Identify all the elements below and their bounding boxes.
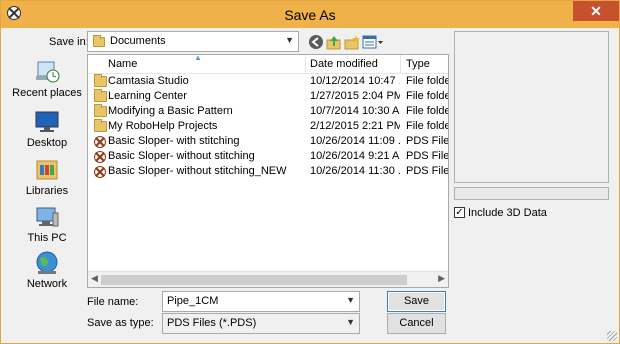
save-in-value: Documents (110, 35, 166, 47)
list-item[interactable]: Modifying a Basic Pattern 10/7/2014 10:3… (88, 104, 448, 119)
folder-icon (94, 74, 107, 87)
list-item[interactable]: Basic Sloper- with stitching 10/26/2014 … (88, 134, 448, 149)
save-in-dropdown[interactable]: Documents ▼ (87, 31, 299, 52)
place-this-pc[interactable]: This PC (7, 204, 87, 244)
save-button[interactable]: Save (387, 291, 446, 312)
file-name-input[interactable]: Pipe_1CM ▼ (162, 291, 360, 312)
save-as-type-dropdown[interactable]: PDS Files (*.PDS) ▼ (162, 313, 360, 334)
recent-places-icon (34, 59, 60, 85)
list-header: Name ▲ Date modified Type (88, 55, 448, 74)
sort-ascending-icon: ▲ (194, 54, 202, 62)
column-separator (305, 55, 306, 73)
file-name-label: File name: (87, 296, 139, 308)
column-header-name[interactable]: Name (108, 58, 137, 70)
place-libraries[interactable]: Libraries (7, 157, 87, 197)
preview-pane (454, 31, 609, 183)
folder-icon (94, 104, 107, 117)
view-menu-icon[interactable] (362, 34, 384, 50)
scroll-left-icon[interactable]: ◀ (91, 273, 98, 284)
places-bar: Recent places Desktop Libraries This PC … (7, 54, 83, 290)
folder-icon (94, 119, 107, 132)
chevron-down-icon[interactable]: ▼ (346, 295, 355, 305)
folder-icon (94, 89, 107, 102)
file-list[interactable]: Name ▲ Date modified Type Camtasia Studi… (87, 54, 449, 288)
horizontal-scrollbar[interactable]: ◀ ▶ (88, 271, 448, 287)
new-folder-icon[interactable] (344, 34, 360, 50)
save-as-type-value: PDS Files (*.PDS) (167, 317, 257, 329)
save-in-label: Save in: (49, 36, 89, 48)
list-item[interactable]: Basic Sloper- without stitching_NEW 10/2… (88, 164, 448, 179)
place-desktop[interactable]: Desktop (7, 109, 87, 149)
desktop-icon (34, 109, 60, 135)
this-pc-icon (34, 204, 60, 230)
column-header-type[interactable]: Type (406, 58, 430, 70)
libraries-icon (34, 157, 60, 183)
pds-file-icon (94, 136, 106, 148)
chevron-down-icon: ▼ (285, 35, 294, 45)
place-recent-places[interactable]: Recent places (7, 59, 87, 99)
save-as-type-label: Save as type: (87, 317, 154, 329)
preview-status-bar (454, 187, 609, 200)
close-button[interactable]: ✕ (573, 1, 619, 21)
window-title: Save As (284, 7, 336, 23)
list-item[interactable]: My RoboHelp Projects 2/12/2015 2:21 PM F… (88, 119, 448, 134)
include-3d-checkbox[interactable]: ✓ (454, 207, 465, 218)
place-network[interactable]: Network (7, 250, 87, 290)
up-folder-icon[interactable] (326, 34, 342, 50)
pds-file-icon (94, 166, 106, 178)
chevron-down-icon: ▼ (346, 317, 355, 327)
save-as-dialog: Save As ✕ Save in: Documents ▼ Recent pl… (0, 0, 620, 344)
network-icon (34, 250, 60, 276)
pds-file-icon (94, 151, 106, 163)
folder-icon (93, 35, 105, 47)
column-separator (400, 55, 401, 73)
include-3d-label: Include 3D Data (468, 207, 547, 219)
column-header-date[interactable]: Date modified (310, 58, 378, 70)
scrollbar-thumb[interactable] (101, 275, 407, 285)
file-name-value: Pipe_1CM (167, 295, 219, 307)
list-item[interactable]: Camtasia Studio 10/12/2014 10:47 ... Fil… (88, 74, 448, 89)
cancel-button[interactable]: Cancel (387, 313, 446, 334)
list-item[interactable]: Learning Center 1/27/2015 2:04 PM File f… (88, 89, 448, 104)
back-icon[interactable] (308, 34, 324, 50)
resize-grip-icon[interactable] (607, 331, 617, 341)
title-bar[interactable]: Save As ✕ (1, 1, 619, 28)
list-item[interactable]: Basic Sloper- without stitching 10/26/20… (88, 149, 448, 164)
scroll-right-icon[interactable]: ▶ (438, 273, 445, 284)
